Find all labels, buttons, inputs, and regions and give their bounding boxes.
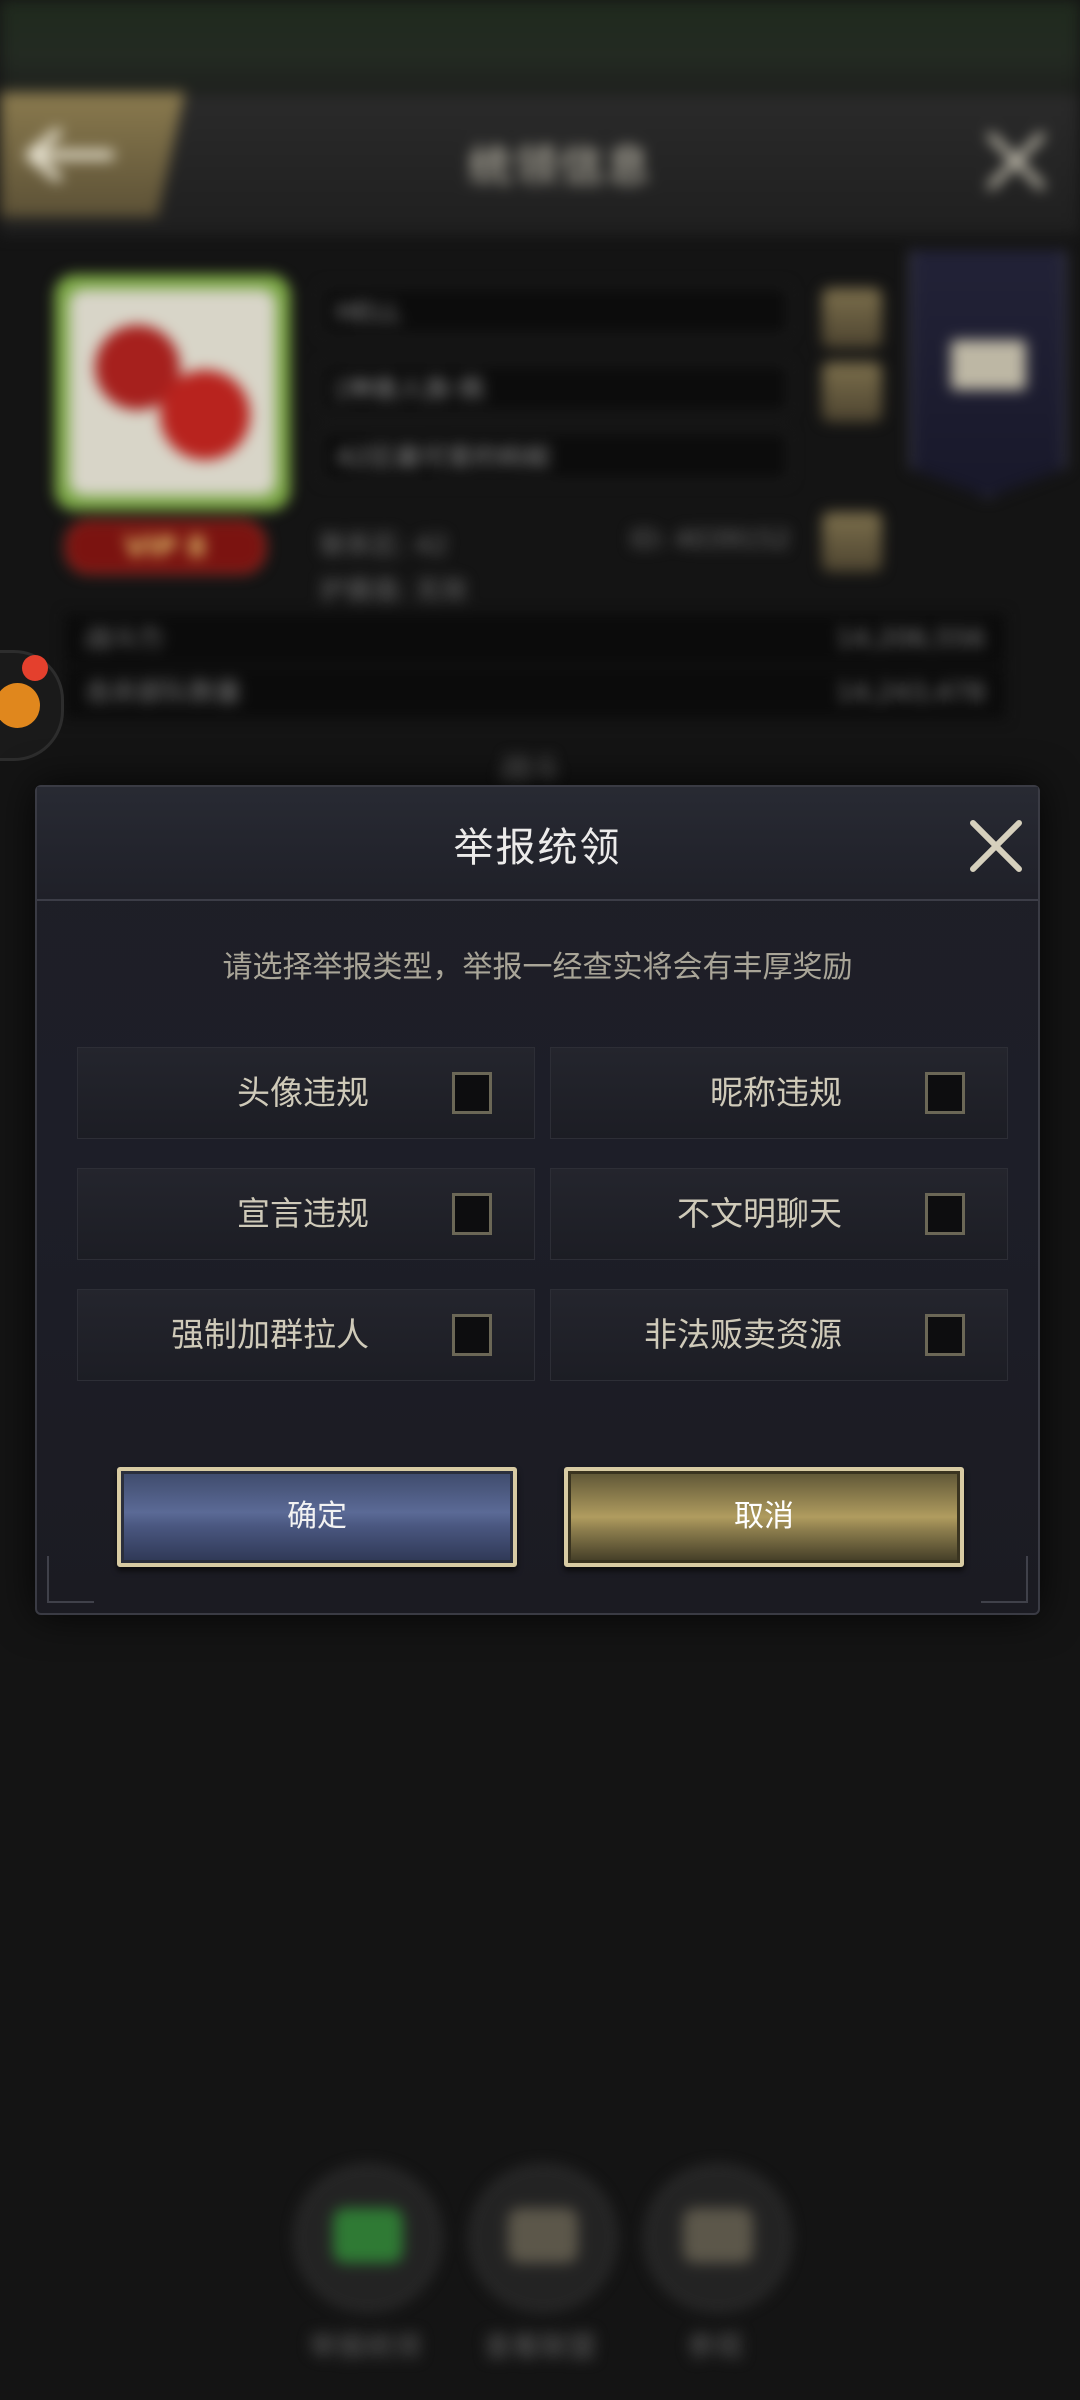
report-option-nickname[interactable]: 昵称违规 xyxy=(550,1047,1008,1139)
option-label: 非法贩卖资源 xyxy=(644,1315,842,1354)
report-dialog: 举报统领 请选择举报类型，举报一经查实将会有丰厚奖励 头像违规 昵称违规 宣言违… xyxy=(35,785,1040,1615)
checkbox[interactable] xyxy=(925,1072,965,1114)
shield-text: 护盾值: 无效 xyxy=(320,576,468,606)
cancel-button[interactable]: 取消 xyxy=(564,1467,964,1567)
confirm-button[interactable]: 确定 xyxy=(117,1467,517,1567)
report-option-illegal-trade[interactable]: 非法贩卖资源 xyxy=(550,1289,1008,1381)
option-label: 不文明聊天 xyxy=(677,1194,842,1233)
dialog-description: 请选择举报类型，举报一经查实将会有丰厚奖励 xyxy=(222,950,853,985)
header-title: 统领信息 xyxy=(468,141,652,192)
vip-badge: VIP 8 xyxy=(65,520,266,574)
dock-alliance-button[interactable] xyxy=(470,2165,616,2311)
option-label: 强制加群拉人 xyxy=(171,1315,369,1354)
close-icon[interactable] xyxy=(967,817,1025,875)
pet-icon xyxy=(0,683,40,728)
edit-name-icon[interactable] xyxy=(822,288,882,348)
copy-id-icon[interactable] xyxy=(822,512,882,572)
checkbox[interactable] xyxy=(452,1314,492,1356)
checkbox[interactable] xyxy=(452,1193,492,1235)
stat-value: 14,206,556 xyxy=(836,624,985,654)
dialog-title: 举报统领 xyxy=(453,825,622,871)
option-label: 头像违规 xyxy=(237,1073,369,1112)
search-alliance-icon[interactable] xyxy=(822,362,882,422)
back-button[interactable] xyxy=(0,92,185,217)
stat-label: 击杀部队数量 xyxy=(85,678,242,708)
avatar[interactable] xyxy=(55,275,290,510)
header-close-icon[interactable] xyxy=(985,130,1047,192)
checkbox[interactable] xyxy=(925,1193,965,1235)
declaration-field: 42区最可爱的蚂蚁 xyxy=(320,430,790,482)
id-text: ID: 4039152 xyxy=(630,525,791,555)
arrow-left-icon xyxy=(25,128,115,181)
dialog-header: 举报统领 xyxy=(37,787,1038,901)
dock-report-button[interactable] xyxy=(295,2165,441,2311)
stat-label: 战斗力 xyxy=(85,624,164,654)
stat-row-kills: 击杀部队数量 14,243,478 xyxy=(65,668,1005,718)
dock-label: 参观 xyxy=(686,2330,743,2363)
dock-label: 查看联盟 xyxy=(483,2330,596,2363)
report-option-forced-group[interactable]: 强制加群拉人 xyxy=(77,1289,535,1381)
alliance-field: [神兽人族·佩 xyxy=(320,362,790,414)
mail-banner[interactable] xyxy=(910,250,1066,498)
stat-value: 14,243,478 xyxy=(836,678,985,708)
notification-dot xyxy=(22,655,48,681)
corner-ornament xyxy=(47,1556,94,1603)
checkbox[interactable] xyxy=(925,1314,965,1356)
region-text: 联系区: 42 xyxy=(320,531,449,561)
checkbox[interactable] xyxy=(452,1072,492,1114)
envelope-icon xyxy=(951,340,1026,390)
corner-ornament xyxy=(981,1556,1028,1603)
player-name-field: HELL xyxy=(320,285,790,337)
report-option-avatar[interactable]: 头像违规 xyxy=(77,1047,535,1139)
dock-label: 举报统领 xyxy=(308,2330,421,2363)
section-label: 战斗 xyxy=(500,753,560,788)
option-label: 宣言违规 xyxy=(237,1194,369,1233)
report-option-declaration[interactable]: 宣言违规 xyxy=(77,1168,535,1260)
top-scenery xyxy=(0,0,1080,95)
report-option-uncivil-chat[interactable]: 不文明聊天 xyxy=(550,1168,1008,1260)
dock-visit-button[interactable] xyxy=(645,2165,791,2311)
option-label: 昵称违规 xyxy=(710,1073,842,1112)
stat-row-power: 战斗力 14,206,556 xyxy=(65,614,1005,664)
